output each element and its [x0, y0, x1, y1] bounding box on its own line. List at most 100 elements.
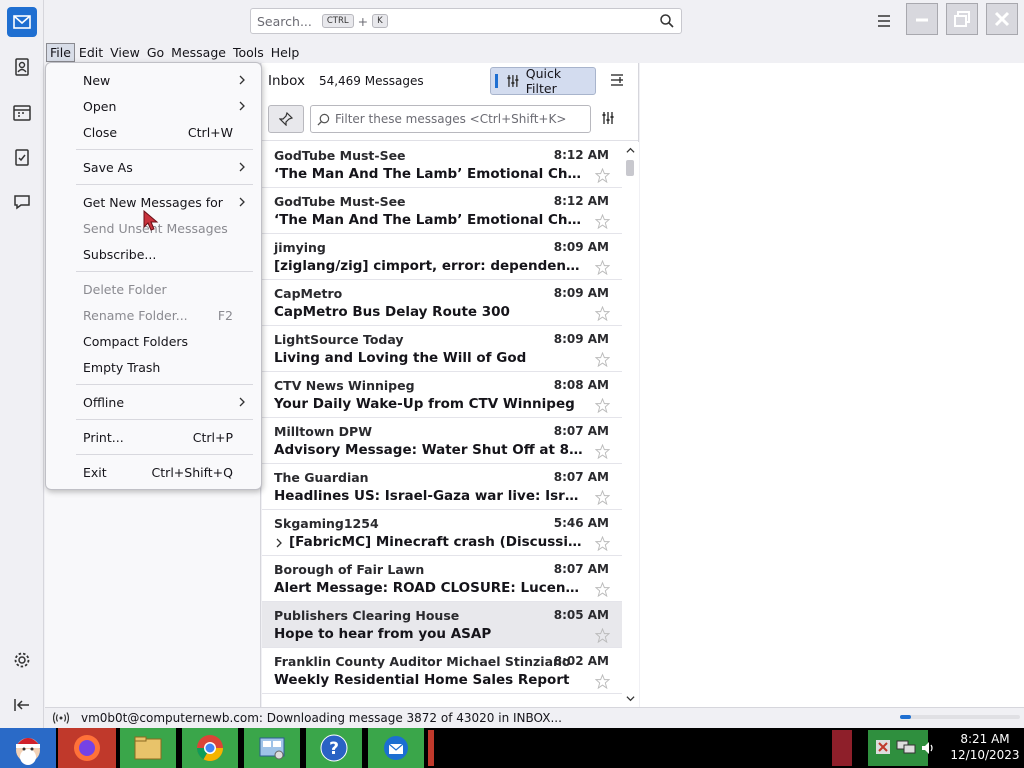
volume-icon[interactable]	[920, 740, 936, 756]
menu-file[interactable]: File	[46, 43, 75, 62]
menu-tools[interactable]: Tools	[230, 44, 267, 61]
taskbar-clock[interactable]: 8:21 AM 12/10/2023	[950, 731, 1020, 763]
scroll-thumb[interactable]	[626, 160, 634, 176]
chrome-taskbar-button[interactable]	[182, 728, 238, 768]
pin-filter-button[interactable]	[268, 105, 304, 133]
message-row[interactable]: CTV News Winnipeg 8:08 AM Your Daily Wak…	[262, 372, 622, 418]
file-menu-exit[interactable]: Exit Ctrl+Shift+Q	[46, 459, 261, 485]
star-icon[interactable]	[595, 674, 610, 689]
shortcut-key-k: K	[372, 14, 388, 28]
star-icon[interactable]	[595, 306, 610, 321]
minimize-button[interactable]	[906, 3, 938, 35]
collapse-spaces-button[interactable]	[7, 690, 37, 720]
filter-messages-input[interactable]: Filter these messages <Ctrl+Shift+K>	[310, 105, 591, 133]
star-icon[interactable]	[595, 582, 610, 597]
message-row[interactable]: LightSource Today 8:09 AM Living and Lov…	[262, 326, 622, 372]
message-row[interactable]: Publishers Clearing House 8:05 AM Hope t…	[262, 602, 622, 648]
quick-filter-button[interactable]: Quick Filter	[490, 66, 596, 96]
file-menu-new[interactable]: New	[46, 67, 261, 93]
message-list-scrollbar[interactable]	[622, 142, 639, 707]
tasks-space-button[interactable]	[7, 142, 37, 172]
file-menu-subscribe[interactable]: Subscribe...	[46, 241, 261, 267]
taskbar-separator	[428, 730, 434, 766]
address-book-space-button[interactable]	[7, 52, 37, 82]
file-menu-offline[interactable]: Offline	[46, 389, 261, 415]
pin-icon	[279, 112, 293, 126]
online-status-icon[interactable]	[53, 711, 69, 725]
restore-button[interactable]	[946, 3, 978, 35]
file-menu-print[interactable]: Print... Ctrl+P	[46, 424, 261, 450]
message-row[interactable]: Franklin County Auditor Michael Stinzian…	[262, 648, 622, 694]
filter-settings-icon[interactable]	[601, 111, 615, 125]
menu-help[interactable]: Help	[268, 44, 303, 61]
file-menu-close[interactable]: Close Ctrl+W	[46, 119, 261, 145]
close-icon	[994, 11, 1010, 27]
file-explorer-taskbar-button[interactable]	[120, 728, 176, 768]
start-button[interactable]	[0, 728, 56, 768]
app-menu-button[interactable]	[873, 10, 895, 32]
menu-shortcut: Ctrl+P	[192, 429, 233, 445]
status-text: vm0b0t@computernewb.com: Downloading mes…	[81, 711, 562, 725]
control-panel-taskbar-button[interactable]	[244, 728, 300, 768]
settings-button[interactable]	[7, 645, 37, 675]
quick-filter-bar: Filter these messages <Ctrl+Shift+K>	[262, 99, 638, 141]
star-icon[interactable]	[595, 398, 610, 413]
mail-space-button[interactable]	[7, 7, 37, 37]
star-icon[interactable]	[595, 352, 610, 367]
message-time: 8:12 AM	[553, 148, 609, 162]
message-subject: Living and Loving the Will of God	[274, 350, 527, 366]
menu-label: New	[83, 72, 111, 88]
star-icon[interactable]	[595, 490, 610, 505]
help-taskbar-button[interactable]: ?	[306, 728, 362, 768]
star-icon[interactable]	[595, 214, 610, 229]
global-search-input[interactable]: Search... CTRL + K	[250, 8, 682, 34]
file-menu-delete-folder: Delete Folder	[46, 276, 261, 302]
message-row[interactable]: Borough of Fair Lawn 8:07 AM Alert Messa…	[262, 556, 622, 602]
menu-view[interactable]: View	[107, 44, 143, 61]
message-sender: Milltown DPW	[274, 424, 372, 439]
chevron-right-icon	[239, 397, 245, 407]
file-menu-empty-trash[interactable]: Empty Trash	[46, 354, 261, 380]
scroll-up-icon[interactable]	[626, 146, 635, 155]
message-row[interactable]: jimying 8:09 AM [ziglang/zig] cimport, e…	[262, 234, 622, 280]
star-icon[interactable]	[595, 628, 610, 643]
menu-edit[interactable]: Edit	[76, 44, 106, 61]
thread-expand-icon[interactable]	[274, 538, 284, 548]
star-icon[interactable]	[595, 260, 610, 275]
message-sender: CTV News Winnipeg	[274, 378, 415, 393]
message-row[interactable]: The Guardian 8:07 AM Headlines US: Israe…	[262, 464, 622, 510]
scroll-down-icon[interactable]	[626, 694, 635, 703]
message-row[interactable]: GodTube Must-See 8:12 AM ‘The Man And Th…	[262, 142, 622, 188]
folder-name: Inbox	[268, 73, 305, 89]
menu-message[interactable]: Message	[168, 44, 229, 61]
message-sender: Franklin County Auditor Michael Stinzian…	[274, 654, 571, 669]
chat-space-button[interactable]	[7, 187, 37, 217]
close-button[interactable]	[986, 3, 1018, 35]
message-row[interactable]: Skgaming1254 5:46 AM [FabricMC] Minecraf…	[262, 510, 622, 556]
star-icon[interactable]	[595, 536, 610, 551]
message-row[interactable]: CapMetro 8:09 AM CapMetro Bus Delay Rout…	[262, 280, 622, 326]
star-icon[interactable]	[595, 168, 610, 183]
message-row[interactable]: Milltown DPW 8:07 AM Advisory Message: W…	[262, 418, 622, 464]
menu-go[interactable]: Go	[144, 44, 167, 61]
address-book-icon	[15, 58, 29, 76]
file-menu-compact-folders[interactable]: Compact Folders	[46, 328, 261, 354]
message-subject: Hope to hear from you ASAP	[274, 626, 492, 642]
message-sender: Borough of Fair Lawn	[274, 562, 425, 577]
filter-placeholder: Filter these messages <Ctrl+Shift+K>	[335, 112, 567, 126]
calendar-space-button[interactable]	[7, 97, 37, 127]
menu-label: Delete Folder	[83, 281, 167, 297]
spaces-toolbar	[0, 0, 44, 728]
message-row[interactable]: GodTube Must-See 8:12 AM ‘The Man And Th…	[262, 188, 622, 234]
quick-filter-indicator	[495, 74, 498, 88]
display-options-icon[interactable]	[610, 73, 624, 87]
security-alert-icon[interactable]	[874, 738, 892, 756]
clock-date: 12/10/2023	[950, 748, 1020, 762]
file-menu-save-as[interactable]: Save As	[46, 154, 261, 180]
network-icon[interactable]	[896, 738, 916, 756]
hamburger-icon	[878, 15, 890, 27]
star-icon[interactable]	[595, 444, 610, 459]
firefox-taskbar-button[interactable]	[58, 728, 116, 768]
thunderbird-taskbar-button[interactable]	[368, 728, 424, 768]
file-menu-open[interactable]: Open	[46, 93, 261, 119]
